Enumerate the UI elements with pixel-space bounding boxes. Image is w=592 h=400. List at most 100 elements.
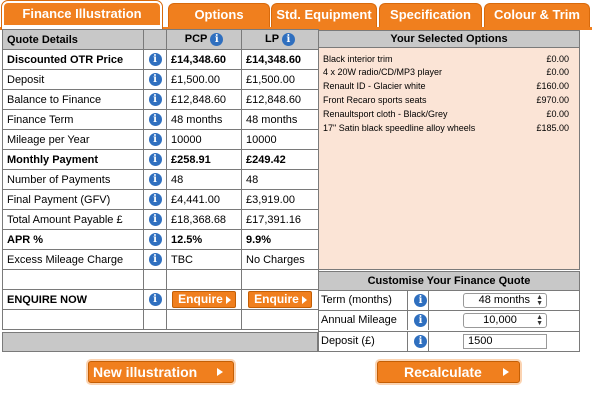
row-label: Final Payment (GFV) <box>2 189 144 210</box>
tab-specification[interactable]: Specification <box>379 3 482 27</box>
lp-value: No Charges <box>241 249 319 270</box>
mileage-label: Annual Mileage <box>321 314 397 326</box>
info-icon[interactable]: i <box>148 173 162 186</box>
table-row: Discounted OTR Price i £14,348.60 £14,34… <box>2 49 319 70</box>
info-icon[interactable]: i <box>148 293 162 306</box>
arrow-right-icon <box>225 295 231 304</box>
lp-value: £249.42 <box>241 149 319 170</box>
lp-value: £3,919.00 <box>241 189 319 210</box>
list-item: Renault ID - Glacier white £160.00 <box>323 81 569 91</box>
table-row: Total Amount Payable £ i £18,368.68 £17,… <box>2 209 319 230</box>
selected-options-panel: Black interior trim £0.00 4 x 20W radio/C… <box>318 48 580 270</box>
table-row: Number of Payments i 48 48 <box>2 169 319 190</box>
info-icon[interactable]: i <box>414 294 427 307</box>
row-label: Excess Mileage Charge <box>2 249 144 270</box>
pcp-value: £12,848.60 <box>166 89 242 110</box>
arrow-right-icon <box>301 295 307 304</box>
arrow-right-icon <box>217 368 223 376</box>
spinner-icon: ▲ ▼ <box>536 314 543 327</box>
tab-colour-trim[interactable]: Colour & Trim <box>484 3 590 27</box>
enquire-lp-button[interactable]: Enquire <box>248 291 312 308</box>
tab-bar: Finance Illustration Options Std. Equipm… <box>0 0 592 30</box>
info-icon[interactable]: i <box>414 314 427 327</box>
spinner-icon: ▲ ▼ <box>536 294 543 307</box>
tab-options[interactable]: Options <box>168 3 270 27</box>
list-item: Black interior trim £0.00 <box>323 54 569 64</box>
mileage-select[interactable]: 10,000 ▲ ▼ <box>463 313 547 328</box>
info-icon[interactable]: i <box>148 53 162 66</box>
list-item: Renaultsport cloth - Black/Grey £0.00 <box>323 109 569 119</box>
info-icon[interactable]: i <box>148 93 162 106</box>
row-label: Balance to Finance <box>2 89 144 110</box>
pcp-value: 10000 <box>166 129 242 150</box>
new-illustration-button[interactable]: New illustration <box>88 361 234 383</box>
row-label: Discounted OTR Price <box>2 49 144 70</box>
lp-value: £14,348.60 <box>241 49 319 70</box>
pcp-value: £14,348.60 <box>166 49 242 70</box>
pcp-value: £4,441.00 <box>166 189 242 210</box>
lp-value: 10000 <box>241 129 319 150</box>
tab-finance-illustration[interactable]: Finance Illustration <box>1 0 163 30</box>
pcp-info-icon[interactable]: i <box>210 33 224 46</box>
grey-strip <box>2 332 318 352</box>
list-item: 17" Satin black speedline alloy wheels £1… <box>323 123 569 133</box>
deposit-input[interactable]: 1500 <box>463 334 547 349</box>
info-icon[interactable]: i <box>148 193 162 206</box>
spacer-row <box>2 269 319 290</box>
quote-details-header: Quote Details <box>2 29 144 50</box>
info-icon[interactable]: i <box>148 253 162 266</box>
table-row: Final Payment (GFV) i £4,441.00 £3,919.0… <box>2 189 319 210</box>
info-icon[interactable]: i <box>414 335 427 348</box>
recalculate-button[interactable]: Recalculate <box>377 361 520 383</box>
table-row: Balance to Finance i £12,848.60 £12,848.… <box>2 89 319 110</box>
pcp-value: £18,368.68 <box>166 209 242 230</box>
arrow-right-icon <box>503 368 509 376</box>
tab-std-equipment[interactable]: Std. Equipment <box>271 3 377 27</box>
info-icon[interactable]: i <box>148 133 162 146</box>
enquire-row: ENQUIRE NOW i Enquire Enquire <box>2 289 319 310</box>
row-label: APR % <box>2 229 144 250</box>
table-row: Mileage per Year i 10000 10000 <box>2 129 319 150</box>
pcp-value: 48 months <box>166 109 242 130</box>
row-label: Deposit <box>2 69 144 90</box>
row-label: Finance Term <box>2 109 144 130</box>
info-icon[interactable]: i <box>148 233 162 246</box>
deposit-label: Deposit (£) <box>321 335 375 347</box>
pcp-value: £258.91 <box>166 149 242 170</box>
info-icon[interactable]: i <box>148 73 162 86</box>
blank-row <box>2 309 319 330</box>
row-label: Monthly Payment <box>2 149 144 170</box>
lp-info-icon[interactable]: i <box>281 33 295 46</box>
mileage-row: Annual Mileage i 10,000 ▲ ▼ <box>318 311 580 332</box>
row-label: Number of Payments <box>2 169 144 190</box>
row-label: Mileage per Year <box>2 129 144 150</box>
info-icon[interactable]: i <box>148 153 162 166</box>
pcp-value: 48 <box>166 169 242 190</box>
table-row: Monthly Payment i £258.91 £249.42 <box>2 149 319 170</box>
table-row: Excess Mileage Charge i TBC No Charges <box>2 249 319 270</box>
lp-value: 48 months <box>241 109 319 130</box>
term-label: Term (months) <box>321 294 392 306</box>
pcp-value: £1,500.00 <box>166 69 242 90</box>
enquire-pcp-button[interactable]: Enquire <box>172 291 236 308</box>
info-icon[interactable]: i <box>148 213 162 226</box>
pcp-header: PCP i <box>166 29 242 50</box>
table-row: APR % i 12.5% 9.9% <box>2 229 319 250</box>
deposit-row: Deposit (£) i 1500 <box>318 332 580 352</box>
list-item: Front Recaro sports seats £970.00 <box>323 95 569 105</box>
pcp-value: TBC <box>166 249 242 270</box>
lp-value: £17,391.16 <box>241 209 319 230</box>
lp-header: LP i <box>241 29 319 50</box>
selected-options-header: Your Selected Options <box>318 30 580 48</box>
lp-value: 48 <box>241 169 319 190</box>
lp-value: 9.9% <box>241 229 319 250</box>
lp-value: £12,848.60 <box>241 89 319 110</box>
enquire-now-label: ENQUIRE NOW <box>2 289 144 310</box>
row-label: Total Amount Payable £ <box>2 209 144 230</box>
table-row: Finance Term i 48 months 48 months <box>2 109 319 130</box>
quote-table: Quote Details PCP i LP i Discounted OTR … <box>2 29 319 330</box>
info-icon[interactable]: i <box>148 113 162 126</box>
term-select[interactable]: 48 months ▲ ▼ <box>463 293 547 308</box>
term-row: Term (months) i 48 months ▲ ▼ <box>318 291 580 311</box>
customise-header: Customise Your Finance Quote <box>318 271 580 291</box>
